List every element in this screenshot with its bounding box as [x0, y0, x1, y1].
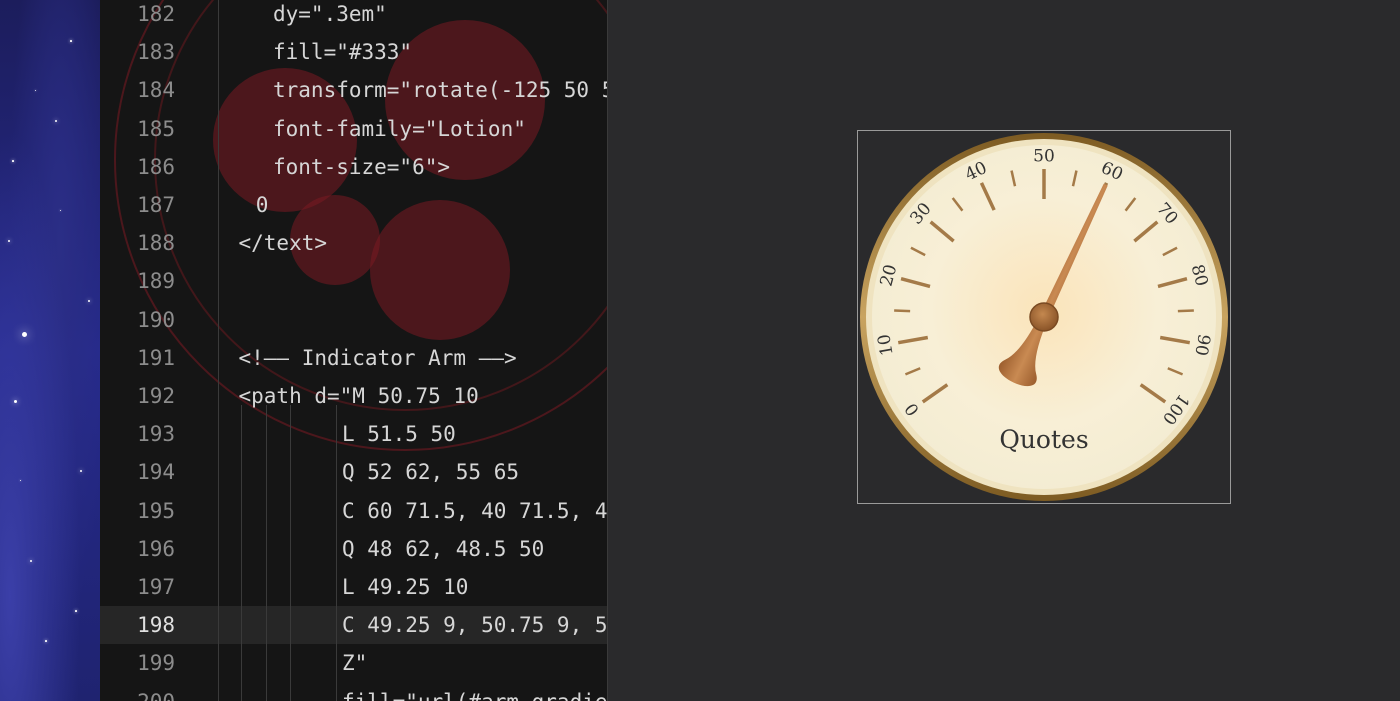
- code-text: Z": [342, 651, 368, 676]
- star: [22, 332, 27, 337]
- star: [80, 470, 82, 472]
- line-number: 195: [137, 498, 175, 523]
- gauge-tick-label: 50: [1033, 147, 1055, 167]
- star: [70, 40, 72, 42]
- code-line[interactable]: 195 C 60 71.5, 40 71.5, 45: [100, 492, 607, 530]
- star: [20, 480, 21, 481]
- line-number: 189: [137, 269, 175, 294]
- indent-guide: [290, 405, 291, 701]
- code-line[interactable]: 182 dy=".3em": [100, 0, 607, 33]
- star: [60, 210, 61, 211]
- code-text: L 51.5 50: [342, 422, 456, 447]
- star: [35, 90, 36, 91]
- code-line[interactable]: 189: [100, 262, 607, 300]
- line-number: 194: [137, 460, 175, 485]
- code-text: L 49.25 10: [342, 575, 469, 599]
- line-number: 200: [100, 683, 175, 701]
- line-number: 199: [137, 651, 175, 676]
- line-number: 198: [137, 613, 175, 638]
- star: [30, 560, 32, 562]
- gauge-label: Quotes: [999, 425, 1088, 454]
- gauge-tick-label: 90: [1190, 332, 1213, 357]
- code-text: <path d="M 50.75 10: [238, 384, 479, 408]
- code-line[interactable]: 186 font-size="6">: [100, 148, 607, 186]
- line-number: 197: [137, 575, 175, 599]
- code-text: fill="#333": [273, 40, 413, 65]
- star: [55, 120, 57, 122]
- code-line[interactable]: 196 Q 48 62, 48.5 50: [100, 530, 607, 568]
- gauge-svg: 0102030405060708090100 Quotes: [860, 133, 1228, 501]
- line-number: 187: [137, 193, 175, 217]
- code-text: transform="rotate(-125 50 50: [273, 78, 608, 103]
- code-line[interactable]: 194 Q 52 62, 55 65: [100, 453, 607, 491]
- line-number: 185: [137, 116, 175, 141]
- code-line-current[interactable]: 198 C 49.25 9, 50.75 9, 50: [100, 606, 608, 645]
- line-number: 186: [137, 154, 175, 179]
- line-number: 182: [137, 2, 175, 26]
- code-text: C 49.25 9, 50.75 9, 50: [342, 613, 608, 638]
- star: [8, 240, 10, 242]
- line-number: 192: [137, 384, 175, 408]
- code-line[interactable]: 199 Z": [100, 644, 607, 682]
- code-text: dy=".3em": [273, 2, 387, 26]
- code-line[interactable]: 200 fill="url(#arm-gradien: [100, 683, 607, 701]
- code-line[interactable]: 191 <!—— Indicator Arm ——>: [100, 339, 607, 377]
- star: [45, 640, 47, 642]
- code-text: C 60 71.5, 40 71.5, 45: [342, 498, 608, 523]
- code-line[interactable]: 193 L 51.5 50: [100, 415, 607, 453]
- gauge-preview: 0 10 20 30 40 50 60 70 80 90 100 Quotes: [857, 130, 1231, 504]
- desktop-wallpaper: [0, 0, 100, 701]
- code-line[interactable]: 187 0: [100, 186, 607, 224]
- code-text: Q 48 62, 48.5 50: [342, 536, 545, 561]
- indent-guide: [241, 405, 242, 701]
- code-line[interactable]: 183 fill="#333": [100, 33, 607, 71]
- code-text: fill="url(#arm-gradien: [342, 683, 607, 701]
- indent-guide: [266, 405, 267, 701]
- code-text: font-size="6">: [273, 154, 451, 179]
- line-number: 191: [137, 345, 175, 370]
- line-number: 184: [137, 78, 175, 103]
- line-number: 190: [137, 307, 175, 332]
- gauge-hub: [1029, 302, 1059, 332]
- code-line[interactable]: 185 font-family="Lotion": [100, 110, 607, 148]
- code-text: 0: [255, 193, 269, 217]
- line-number: 196: [137, 536, 175, 561]
- code-text: Q 52 62, 55 65: [342, 460, 520, 485]
- line-number: 188: [137, 231, 175, 256]
- indent-guide: [336, 405, 337, 701]
- code-line[interactable]: 184 transform="rotate(-125 50 50: [100, 71, 607, 109]
- code-line[interactable]: 197 L 49.25 10: [100, 568, 607, 606]
- code-text: <!—— Indicator Arm ——>: [238, 345, 517, 370]
- star: [88, 300, 90, 302]
- code-editor[interactable]: 182 dy=".3em" 183 fill="#333" 184 transform="…: [100, 0, 608, 701]
- star: [12, 160, 14, 162]
- code-line[interactable]: 192 <path d="M 50.75 10: [100, 377, 607, 415]
- code-text: </text>: [238, 231, 328, 256]
- line-number: 183: [137, 40, 175, 65]
- indent-guide: [218, 0, 219, 701]
- gauge-tick-label: 10: [874, 332, 897, 357]
- gauge-minor-tick: [1177, 309, 1194, 313]
- gauge-minor-tick: [894, 309, 911, 313]
- line-number: 193: [137, 422, 175, 447]
- star: [14, 400, 17, 403]
- code-line[interactable]: 188 </text>: [100, 224, 607, 262]
- code-line[interactable]: 190: [100, 301, 607, 339]
- star: [75, 610, 77, 612]
- code-text: font-family="Lotion": [273, 116, 526, 141]
